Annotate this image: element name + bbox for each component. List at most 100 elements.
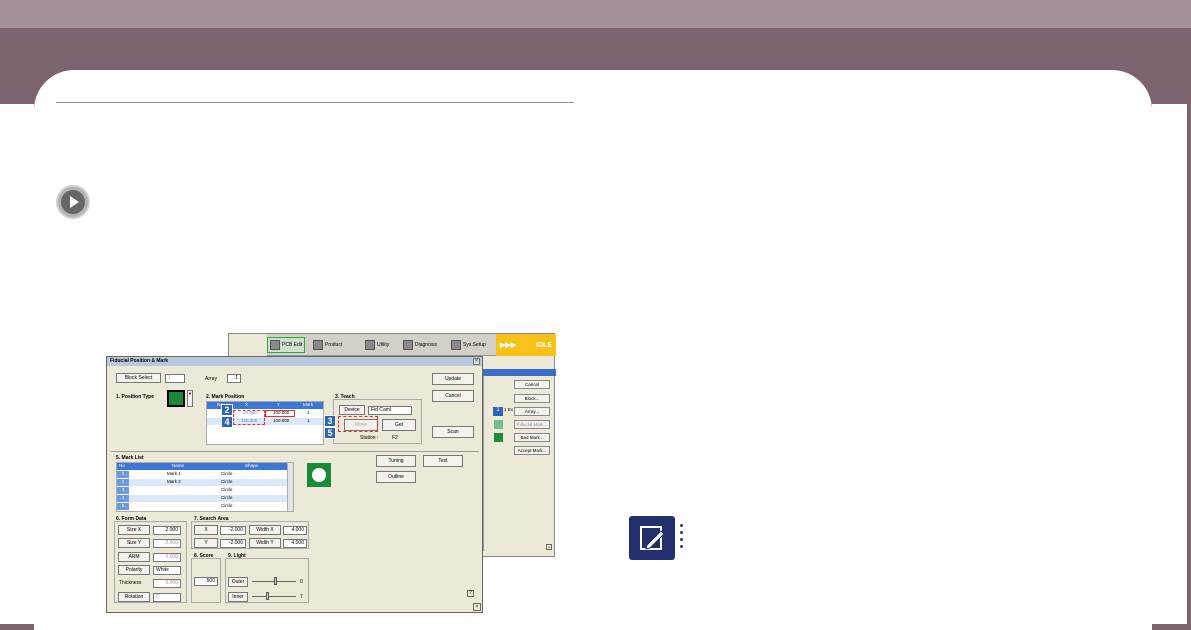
- width-y-label: Width Y: [249, 538, 281, 548]
- size-y-field[interactable]: 2.000: [153, 539, 181, 548]
- inner-value: 7: [300, 594, 303, 600]
- station-value: F2: [392, 435, 398, 441]
- toolbar-pcb-edit[interactable]: PCB Edit: [267, 337, 306, 353]
- list-item[interactable]: 3 Circle: [117, 487, 287, 494]
- bg-block-button[interactable]: Block...: [514, 394, 550, 403]
- get-button[interactable]: Get: [382, 419, 416, 431]
- outer-label: Outer: [228, 577, 248, 587]
- column-header: X: [245, 402, 249, 407]
- toolbar-utility[interactable]: Utility: [363, 337, 391, 353]
- bg-accept-mark-button[interactable]: Accept Mark...: [514, 446, 550, 455]
- width-x-label: Width X: [249, 525, 281, 535]
- bg-cancel-button[interactable]: Cancel: [514, 380, 550, 389]
- sys-setup-icon: [451, 340, 461, 350]
- cell-no: 4: [117, 495, 129, 502]
- scan-button[interactable]: Scan: [432, 426, 474, 438]
- search-x-field[interactable]: -2.000: [220, 526, 246, 535]
- bg-fiducial-mark-button[interactable]: Fiducial Mark...: [514, 420, 550, 429]
- position-type-label: 1. Position Type: [116, 394, 154, 400]
- width-y-field[interactable]: 4.000: [283, 539, 307, 548]
- thickness-field[interactable]: 0.000: [153, 579, 181, 588]
- block-select-label: Block Select: [116, 373, 161, 383]
- device-label: Device: [339, 405, 365, 415]
- chevron-down-icon[interactable]: ▼: [187, 390, 193, 407]
- tuning-button[interactable]: Tuning: [376, 455, 416, 467]
- arm-field[interactable]: 0.000: [153, 553, 181, 562]
- bg-array-button[interactable]: Array...: [514, 407, 550, 416]
- help-button[interactable]: ?: [467, 590, 474, 597]
- score-field[interactable]: 500: [194, 577, 218, 586]
- bg-bad-mark-button[interactable]: Bad Mark...: [514, 433, 550, 442]
- update-button[interactable]: Update: [432, 373, 474, 385]
- scrollbar[interactable]: [287, 463, 293, 511]
- column-header: Mark: [303, 402, 313, 407]
- cell-no: 5: [117, 503, 129, 510]
- search-area-group: X -2.000 Width X 4.000 Y -2.000 Width Y …: [191, 521, 309, 549]
- toolbar-sys-setup[interactable]: Sys.Setup: [449, 337, 488, 353]
- bg-index-badge: 1: [493, 407, 503, 416]
- bg-index-value: 1 Ex: [504, 407, 514, 412]
- table-header: No Name Shape: [117, 463, 287, 470]
- list-item[interactable]: 2 Mark 2 Circle: [117, 479, 287, 486]
- product-icon: [313, 340, 323, 350]
- callout-badge: 3: [324, 415, 336, 427]
- rotation-dropdown[interactable]: 0: [153, 593, 181, 602]
- cell-shape: Circle: [221, 495, 233, 500]
- background-dialog-titlebar: [483, 369, 556, 376]
- highlight-box: [233, 410, 265, 425]
- toolbar-diagnosis[interactable]: Diagnosis: [401, 337, 439, 353]
- array-label: Array: [205, 376, 217, 382]
- cell-name: Mark 2: [167, 479, 181, 484]
- cell-name: Mark 1: [167, 471, 181, 476]
- inner-slider[interactable]: [252, 596, 296, 597]
- mark-preview: [307, 463, 331, 487]
- divider: [111, 451, 479, 452]
- page-left-fill: [0, 104, 34, 624]
- dialog-title: Fiducial Position & Mark: [107, 357, 482, 366]
- cancel-button[interactable]: Cancel: [432, 390, 474, 402]
- mark-list-table: No Name Shape 1 Mark 1 Circle 2 Mark 2 Circl…: [116, 462, 294, 512]
- test-button[interactable]: Test: [423, 455, 463, 467]
- thickness-label: Thickness: [119, 580, 142, 586]
- cell-shape: Circle: [221, 479, 233, 484]
- diagnosis-icon: [403, 340, 413, 350]
- bg-green-swatch: [494, 433, 503, 442]
- outer-slider-handle[interactable]: [274, 577, 277, 585]
- polarity-label: Polarity: [118, 565, 150, 575]
- top-band: [0, 0, 1191, 28]
- position-type-icon[interactable]: [167, 390, 185, 407]
- list-item[interactable]: 1 Mark 1 Circle: [117, 471, 287, 478]
- toolbar-label: Product: [325, 342, 343, 348]
- toolbar-label: Diagnosis: [415, 342, 437, 348]
- width-x-field[interactable]: 4.000: [283, 526, 307, 535]
- bg-help-button[interactable]: ?: [546, 544, 552, 550]
- heading-rule: [56, 102, 574, 103]
- column-header: Name: [172, 463, 185, 468]
- play-icon[interactable]: [56, 185, 90, 219]
- list-item[interactable]: 5 Circle: [117, 503, 287, 510]
- device-dropdown[interactable]: Fid Caml: [368, 406, 412, 415]
- close-icon[interactable]: ×: [473, 358, 480, 365]
- list-item[interactable]: 4 Circle: [117, 495, 287, 502]
- array-value: 1: [227, 374, 241, 383]
- column-header: Shape: [245, 463, 259, 468]
- highlight-box: [265, 410, 295, 417]
- callout-badge: 5: [324, 427, 336, 439]
- utility-icon: [365, 340, 375, 350]
- close-icon[interactable]: ×: [473, 603, 481, 611]
- cell-mark: 1: [307, 410, 310, 415]
- fiducial-dialog: Fiducial Position & Mark × Block Select …: [106, 356, 483, 613]
- score-group: 500: [191, 558, 221, 603]
- status-indicator: ▶▶▶ IDLE: [496, 334, 556, 356]
- toolbar-product[interactable]: Product: [311, 337, 344, 353]
- inner-slider-handle[interactable]: [266, 592, 269, 600]
- callout-badge: 4: [221, 416, 233, 428]
- size-x-field[interactable]: 2.000: [153, 526, 181, 535]
- cell-no: 1: [117, 471, 129, 478]
- callout-badge: 2: [221, 404, 233, 416]
- column-header: Y: [277, 402, 281, 407]
- search-y-field[interactable]: -2.000: [220, 539, 246, 548]
- block-select-dropdown[interactable]: 1: [165, 374, 185, 383]
- outline-button[interactable]: Outline: [376, 471, 416, 483]
- polarity-dropdown[interactable]: White: [153, 566, 181, 575]
